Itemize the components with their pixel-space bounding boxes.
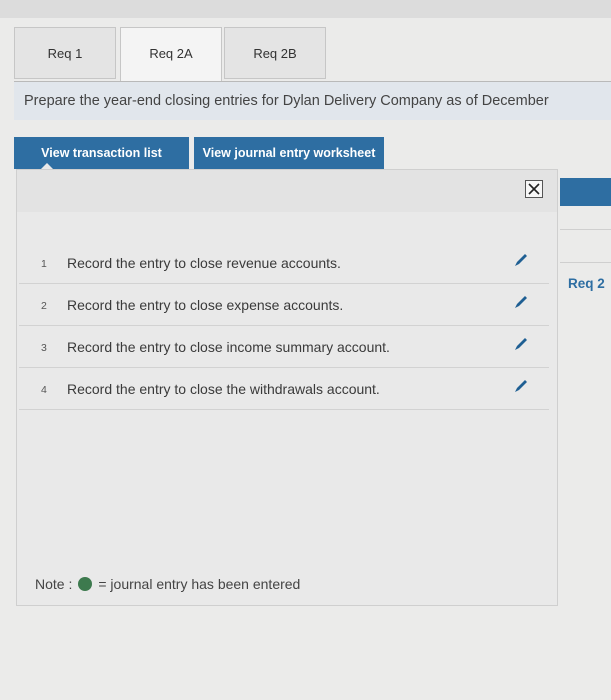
pencil-icon[interactable] [513,294,529,310]
tab-req-2b[interactable]: Req 2B [224,27,326,79]
entry-description: Record the entry to close the withdrawal… [67,381,380,397]
note: Note : = journal entry has been entered [35,576,300,592]
view-journal-entry-worksheet-button[interactable]: View journal entry worksheet [194,137,384,169]
entry-number: 1 [41,258,47,270]
note-text: = journal entry has been entered [98,576,301,592]
pencil-icon[interactable] [513,336,529,352]
top-strip [0,0,611,18]
list-item[interactable]: 3 Record the entry to close income summa… [19,326,549,368]
pencil-icon[interactable] [513,378,529,394]
entry-description: Record the entry to close expense accoun… [67,297,344,313]
entry-description: Record the entry to close income summary… [67,339,390,355]
entry-list: 1 Record the entry to close revenue acco… [19,242,549,410]
list-item[interactable]: 4 Record the entry to close the withdraw… [19,368,549,410]
entry-number: 4 [41,384,47,396]
panel-header [17,170,557,212]
divider [560,229,611,230]
requirement-tabs: Req 1 Req 2A Req 2B [14,27,611,82]
entry-description: Record the entry to close revenue accoun… [67,255,341,271]
close-icon[interactable] [525,180,543,198]
pencil-icon[interactable] [513,252,529,268]
side-nav-req-2[interactable]: Req 2 [568,276,605,291]
side-button[interactable] [560,178,611,206]
entered-dot-icon [78,577,93,591]
tab-req-1[interactable]: Req 1 [14,27,116,79]
list-item[interactable]: 2 Record the entry to close expense acco… [19,284,549,326]
divider [560,262,611,263]
tab-req-2a[interactable]: Req 2A [120,27,222,81]
entry-number: 3 [41,342,47,354]
journal-entry-panel: 1 Record the entry to close revenue acco… [16,169,558,606]
instruction-text: Prepare the year-end closing entries for… [14,82,611,120]
entry-number: 2 [41,300,47,312]
list-item[interactable]: 1 Record the entry to close revenue acco… [19,242,549,284]
note-label: Note : [35,576,73,592]
